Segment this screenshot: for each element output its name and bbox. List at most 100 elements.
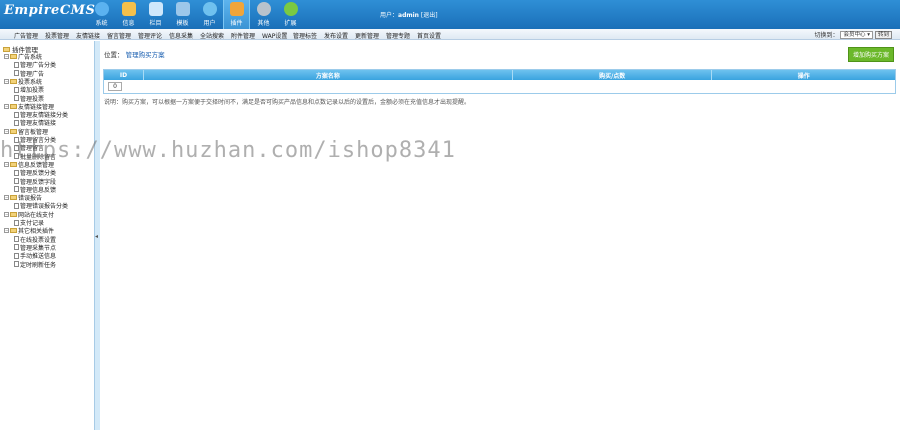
page-icon [14, 244, 19, 251]
col-points: 购买/点数 [513, 70, 713, 80]
collapse-icon[interactable]: − [4, 103, 9, 109]
subnav-item[interactable]: 发布设置 [324, 31, 348, 40]
folder-icon [10, 211, 17, 217]
page-icon [14, 261, 19, 267]
nav-label: 其他 [257, 20, 270, 27]
subnav-item[interactable]: 更新管理 [355, 31, 379, 40]
switch-select-value: 会员中心 [843, 31, 866, 38]
folder-icon [10, 54, 17, 59]
nav-plugin[interactable]: 插件 [223, 0, 250, 29]
folder-icon [10, 195, 17, 201]
collapse-icon[interactable]: − [4, 54, 9, 59]
switch-area: 切换到： 会员中心 ▾ 转到 [814, 30, 892, 39]
user-prefix: 用户： [380, 12, 399, 19]
page-icon [14, 136, 19, 143]
nav-edit[interactable]: 信息 [115, 0, 142, 29]
col-id: ID [104, 70, 144, 80]
subnav-item[interactable]: 管理专题 [386, 31, 410, 40]
user-icon [202, 2, 217, 16]
table-row: 0 [104, 80, 895, 93]
logout-link[interactable]: [退出] [421, 12, 438, 19]
tree-leaf[interactable]: 定时刷新任务 [14, 260, 56, 269]
add-plan-button[interactable]: 增加购买方案 [847, 47, 894, 62]
page-icon [14, 144, 19, 151]
gear-icon [256, 2, 271, 16]
subnav-item[interactable]: 留言管理 [107, 31, 131, 40]
nav-label: 信息 [122, 20, 135, 27]
globe-icon [94, 2, 109, 16]
subnav-item[interactable]: WAP设置 [262, 31, 287, 40]
top-header: EmpireCMS 系统 信息 栏目 模板 用户 插件 其他 扩展 用户：admin [退出] [0, 0, 900, 29]
nav-gear[interactable]: 其他 [250, 0, 277, 29]
page-icon [14, 119, 19, 126]
nav-label: 扩展 [284, 20, 297, 27]
page-icon [14, 95, 19, 101]
page-icon [14, 202, 19, 209]
page-icon [14, 86, 19, 93]
subnav-item[interactable]: 友情链接 [76, 31, 100, 40]
sub-nav: 切换到： 会员中心 ▾ 转到 广告管理 投票管理 友情链接 留言管理 管理评论 信息采集全… [0, 29, 900, 40]
sidebar: 插件管理 − 广告系统 管理广告分类 管理广告 − 投票系统 增加投票 管理投票 − 友情链接管理… [0, 41, 94, 430]
page-icon [14, 178, 19, 184]
page-icon [14, 236, 19, 243]
subnav-item[interactable]: 投票管理 [45, 31, 69, 40]
switch-select[interactable]: 会员中心 ▾ [840, 30, 873, 39]
help-note: 说明：购买方案，可以根据一方案便于交择时间不，满足是否可购买产品信息和点数记录以… [104, 99, 471, 106]
col-name: 方案名称 [144, 70, 513, 80]
collapse-icon[interactable]: − [4, 128, 9, 134]
edit-icon [121, 2, 136, 16]
switch-label: 切换到： [814, 32, 839, 39]
collapse-icon[interactable]: − [4, 78, 9, 84]
page-icon [14, 169, 19, 176]
subnav-item[interactable]: 管理评论 [138, 31, 162, 40]
breadcrumb-link[interactable]: 管理购买方案 [126, 51, 165, 59]
breadcrumb-prefix: 位置： [104, 51, 124, 59]
nav-template[interactable]: 模板 [169, 0, 196, 29]
table-header: ID 方案名称 购买/点数 操作 [104, 70, 895, 80]
nav-globe[interactable]: 系统 [88, 0, 115, 29]
plugin-icon [229, 2, 244, 16]
main-nav: 系统 信息 栏目 模板 用户 插件 其他 扩展 [88, 0, 304, 29]
row-id[interactable]: 0 [108, 82, 122, 91]
nav-label: 模板 [176, 20, 189, 27]
plus-icon [283, 2, 298, 16]
page-icon [14, 252, 19, 259]
page-icon [14, 153, 19, 160]
folder-icon [10, 78, 17, 84]
logo[interactable]: EmpireCMS [4, 3, 95, 18]
collapse-icon[interactable]: − [4, 211, 9, 217]
subnav-item[interactable]: 附件管理 [231, 31, 255, 40]
user-info: 用户：admin [退出] [380, 10, 438, 19]
nav-plus[interactable]: 扩展 [277, 0, 304, 29]
subnav-item[interactable]: 广告管理 [14, 31, 38, 40]
page-icon [14, 61, 19, 68]
col-actions: 操作 [797, 72, 810, 80]
main-content: 位置： 管理购买方案 增加购买方案 ID 方案名称 购买/点数 操作 0 说明：… [100, 41, 900, 430]
user-name: admin [398, 12, 419, 19]
template-icon [175, 2, 190, 16]
nav-folder[interactable]: 栏目 [142, 0, 169, 29]
subnav-item[interactable]: 全站搜索 [200, 31, 224, 40]
folder-icon [10, 128, 17, 134]
folder-icon [10, 103, 17, 109]
tree-label: 定时刷新任务 [20, 261, 57, 269]
folder-icon [148, 2, 163, 16]
page-icon [14, 186, 19, 193]
folder-icon [10, 161, 17, 167]
nav-label: 用户 [203, 20, 216, 27]
breadcrumb: 位置： 管理购买方案 [104, 49, 165, 59]
nav-label: 栏目 [149, 20, 162, 27]
nav-user[interactable]: 用户 [196, 0, 223, 29]
folder-icon [10, 228, 17, 234]
page-icon [14, 111, 19, 118]
page-icon [14, 70, 19, 77]
collapse-icon[interactable]: − [4, 161, 9, 167]
nav-label: 插件 [230, 20, 243, 27]
subnav-item[interactable]: 首页设置 [417, 31, 441, 40]
go-button[interactable]: 转到 [874, 30, 892, 39]
subnav-item[interactable]: 信息采集 [169, 31, 193, 40]
collapse-icon[interactable]: − [4, 195, 9, 201]
collapse-icon[interactable]: − [4, 228, 9, 234]
collapse-arrow-icon[interactable]: ◂ [95, 233, 98, 240]
subnav-item[interactable]: 管理标签 [293, 31, 317, 40]
